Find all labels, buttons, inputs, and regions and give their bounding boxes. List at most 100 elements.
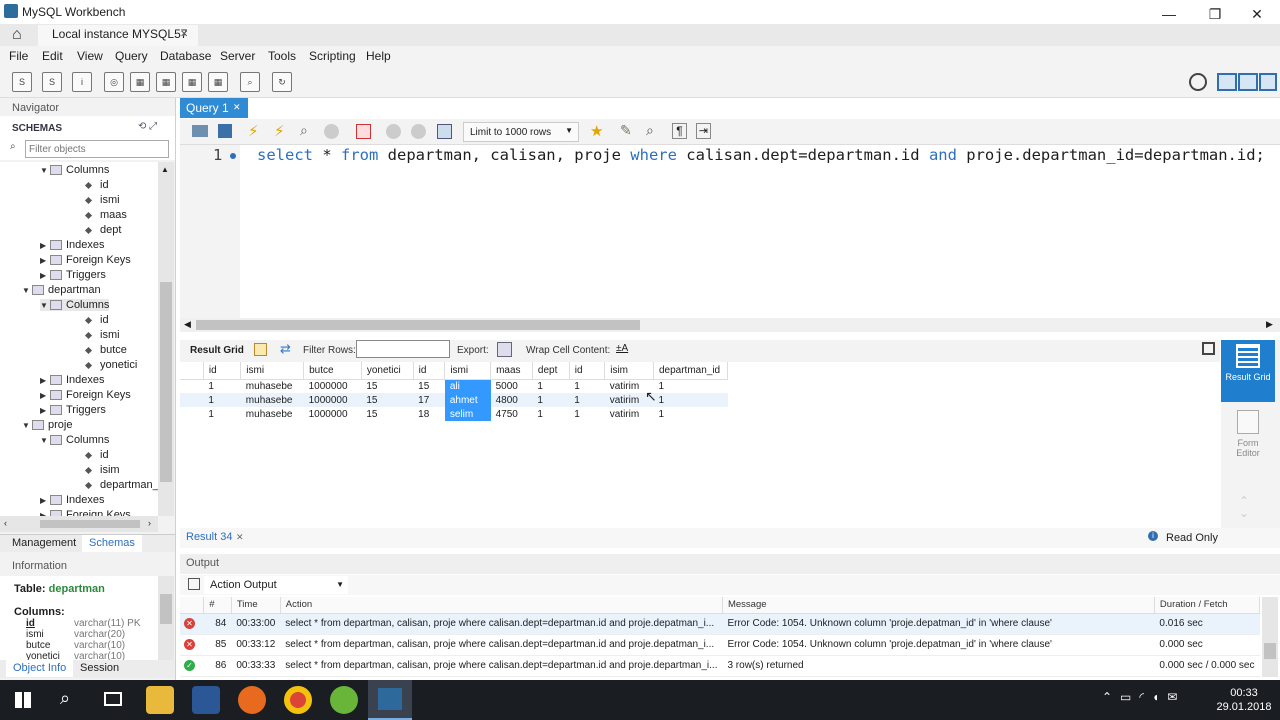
- menu-help[interactable]: Help: [366, 46, 391, 63]
- form-editor-view-button[interactable]: Form Editor: [1221, 408, 1275, 464]
- tree-item[interactable]: departman_id: [76, 479, 158, 491]
- tree-item[interactable]: ▼ Columns: [40, 164, 109, 176]
- tree-item[interactable]: ▶ Foreign Keys: [40, 389, 131, 401]
- wrap-lines-icon[interactable]: ⇥: [696, 123, 711, 139]
- create-function-icon[interactable]: ▦: [208, 72, 228, 92]
- firefox-icon[interactable]: [238, 686, 266, 714]
- new-sql-tab-icon[interactable]: S: [12, 72, 32, 92]
- tree-item[interactable]: ▶ Triggers: [40, 269, 106, 281]
- tree-item[interactable]: id: [76, 449, 109, 461]
- collapsed-arrow-icon[interactable]: ▶: [40, 271, 50, 280]
- result-tab[interactable]: Result 34: [186, 531, 232, 543]
- grid-column-header[interactable]: departman_id: [653, 362, 729, 380]
- collapsed-arrow-icon[interactable]: ▶: [40, 496, 50, 505]
- collapsed-arrow-icon[interactable]: ▶: [40, 256, 50, 265]
- tree-item[interactable]: ▶ Indexes: [40, 494, 105, 506]
- grid-cell[interactable]: 17: [413, 393, 445, 407]
- row-header[interactable]: [180, 379, 203, 393]
- grid-column-header[interactable]: yonetici: [361, 362, 414, 380]
- invisible-chars-icon[interactable]: ¶: [672, 123, 687, 139]
- settings-icon[interactable]: [1189, 73, 1207, 91]
- grid-cell[interactable]: 1: [532, 393, 570, 407]
- tree-item[interactable]: id: [76, 314, 109, 326]
- limit-rows-select[interactable]: Limit to 1000 rows ▼: [463, 122, 579, 142]
- create-procedure-icon[interactable]: ▦: [182, 72, 202, 92]
- grid-column-header[interactable]: id: [413, 362, 446, 380]
- export-icon[interactable]: [497, 342, 512, 357]
- grid-column-header[interactable]: id: [203, 362, 242, 380]
- execute-icon[interactable]: ⚡: [248, 122, 259, 140]
- commit-icon[interactable]: [386, 124, 401, 139]
- grid-cell[interactable]: 1: [569, 379, 605, 393]
- tree-item[interactable]: yonetici: [76, 359, 137, 371]
- tab-object-info[interactable]: Object Info: [6, 660, 74, 677]
- create-table-icon[interactable]: ▦: [130, 72, 150, 92]
- grid-cell[interactable]: 1: [569, 407, 605, 421]
- tree-item[interactable]: id: [76, 179, 109, 191]
- grid-cell[interactable]: muhasebe: [240, 393, 304, 407]
- toggle-panel-icon[interactable]: [1202, 342, 1215, 355]
- tree-vertical-scrollbar[interactable]: ▲: [158, 162, 174, 516]
- tree-item[interactable]: ▼ Columns: [40, 434, 109, 446]
- add-snippet-icon[interactable]: ★: [590, 122, 603, 140]
- autocommit-icon[interactable]: [437, 124, 452, 139]
- grid-column-header[interactable]: maas: [490, 362, 533, 380]
- grid-cell[interactable]: 4800: [490, 393, 533, 407]
- inspector-icon[interactable]: i: [72, 72, 92, 92]
- menu-database[interactable]: Database: [160, 46, 211, 63]
- refresh-icon[interactable]: ⇄: [280, 341, 291, 357]
- grid-cell[interactable]: 1000000: [304, 407, 362, 421]
- green-app-icon[interactable]: [330, 686, 358, 714]
- grid-cell[interactable]: 1: [532, 407, 569, 421]
- grid-cell[interactable]: 15: [361, 407, 413, 421]
- grid-cell[interactable]: ali: [444, 379, 491, 393]
- tab-session[interactable]: Session: [80, 662, 119, 674]
- grid-cell[interactable]: 1: [569, 393, 605, 407]
- grid-column-header[interactable]: dept: [532, 362, 570, 380]
- toggle-secondary-sidebar-icon[interactable]: [1259, 73, 1277, 91]
- create-view-icon[interactable]: ▦: [156, 72, 176, 92]
- tree-item[interactable]: ▼ Columns: [40, 299, 110, 311]
- grid-cell[interactable]: muhasebe: [241, 407, 304, 421]
- grid-cell[interactable]: 1: [653, 379, 727, 393]
- rollback-icon[interactable]: [411, 124, 426, 139]
- tree-item[interactable]: isim: [76, 464, 120, 476]
- tree-item[interactable]: ▶ Indexes: [40, 374, 105, 386]
- toggle-output-icon[interactable]: [1238, 73, 1258, 91]
- editor-horizontal-scrollbar[interactable]: ◀ ▶: [180, 318, 1280, 332]
- tree-item[interactable]: ▼ proje: [22, 419, 72, 431]
- grid-cell[interactable]: ahmet: [444, 393, 491, 407]
- expanded-arrow-icon[interactable]: ▼: [40, 166, 50, 175]
- grid-cell[interactable]: 1: [532, 379, 569, 393]
- tree-item[interactable]: ▶ Triggers: [40, 404, 106, 416]
- expanded-arrow-icon[interactable]: ▼: [22, 286, 32, 295]
- close-query-tab-icon[interactable]: ✕: [233, 102, 241, 113]
- execute-current-icon[interactable]: ⚡: [274, 122, 285, 140]
- windows-start-icon[interactable]: [15, 692, 31, 708]
- filter-objects-input[interactable]: [25, 140, 169, 158]
- tree-item[interactable]: maas: [76, 209, 127, 221]
- grid-cell[interactable]: 5000: [491, 379, 533, 393]
- tree-item[interactable]: ▶ Foreign Keys: [40, 254, 131, 266]
- chrome-icon[interactable]: [284, 686, 312, 714]
- tree-item[interactable]: butce: [76, 344, 127, 356]
- grid-cell[interactable]: 1000000: [304, 379, 362, 393]
- menu-tools[interactable]: Tools: [268, 46, 296, 63]
- output-row[interactable]: ✕ 85 00:33:12 select * from departman, cali…: [180, 634, 1260, 656]
- scroll-chevrons-icon[interactable]: ⌃ ⌄: [1239, 495, 1249, 519]
- result-grid-view-button[interactable]: Result Grid: [1221, 340, 1275, 402]
- clock[interactable]: 00:33 29.01.2018: [1216, 686, 1272, 714]
- grid-column-header[interactable]: ismi: [444, 362, 492, 380]
- close-result-tab-icon[interactable]: ✕: [236, 532, 244, 543]
- grid-column-header[interactable]: id: [569, 362, 606, 380]
- mysql-workbench-taskbar-button[interactable]: [368, 680, 412, 720]
- grid-column-header[interactable]: isim: [604, 362, 654, 380]
- query-tab[interactable]: Query 1 ✕: [180, 98, 248, 118]
- wrap-cell-icon[interactable]: ±A: [616, 343, 628, 354]
- home-icon[interactable]: ⌂: [12, 26, 22, 44]
- tree-item[interactable]: ▶ Indexes: [40, 239, 105, 251]
- create-schema-icon[interactable]: ◎: [104, 72, 124, 92]
- grid-icon[interactable]: [254, 343, 267, 356]
- tab-management[interactable]: Management: [12, 537, 76, 549]
- tab-schemas[interactable]: Schemas: [82, 535, 142, 552]
